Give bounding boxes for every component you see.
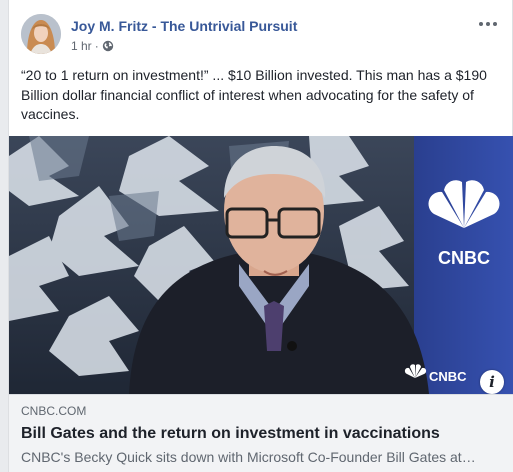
cnbc-banner-label: CNBC [438,248,490,268]
more-options-icon[interactable] [476,16,500,32]
info-icon[interactable]: i [480,370,504,394]
meta-separator: · [94,39,99,53]
link-preview-image[interactable]: CNBC CNBC i [9,136,513,394]
post-meta: 1 hr · [71,39,114,53]
link-title[interactable]: Bill Gates and the return on investment … [21,424,502,444]
link-preview-box[interactable]: CNBC.COM Bill Gates and the return on in… [9,394,513,472]
cnbc-watermark: CNBC [429,369,467,384]
post-timestamp[interactable]: 1 hr [71,39,92,53]
post-body-text: “20 to 1 return on investment!” ... $10 … [21,67,487,122]
more-dot [479,22,483,26]
feed-post-card: Joy M. Fritz - The Untrivial Pursuit 1 h… [8,0,513,472]
link-domain: CNBC.COM [21,404,87,418]
author-avatar[interactable] [21,14,61,54]
globe-icon[interactable] [102,40,114,52]
more-dot [486,22,490,26]
post-header: Joy M. Fritz - The Untrivial Pursuit 1 h… [21,12,500,58]
author-name-link[interactable]: Joy M. Fritz - The Untrivial Pursuit [71,18,297,34]
link-description: CNBC's Becky Quick sits down with Micros… [21,449,476,465]
more-dot [493,22,497,26]
